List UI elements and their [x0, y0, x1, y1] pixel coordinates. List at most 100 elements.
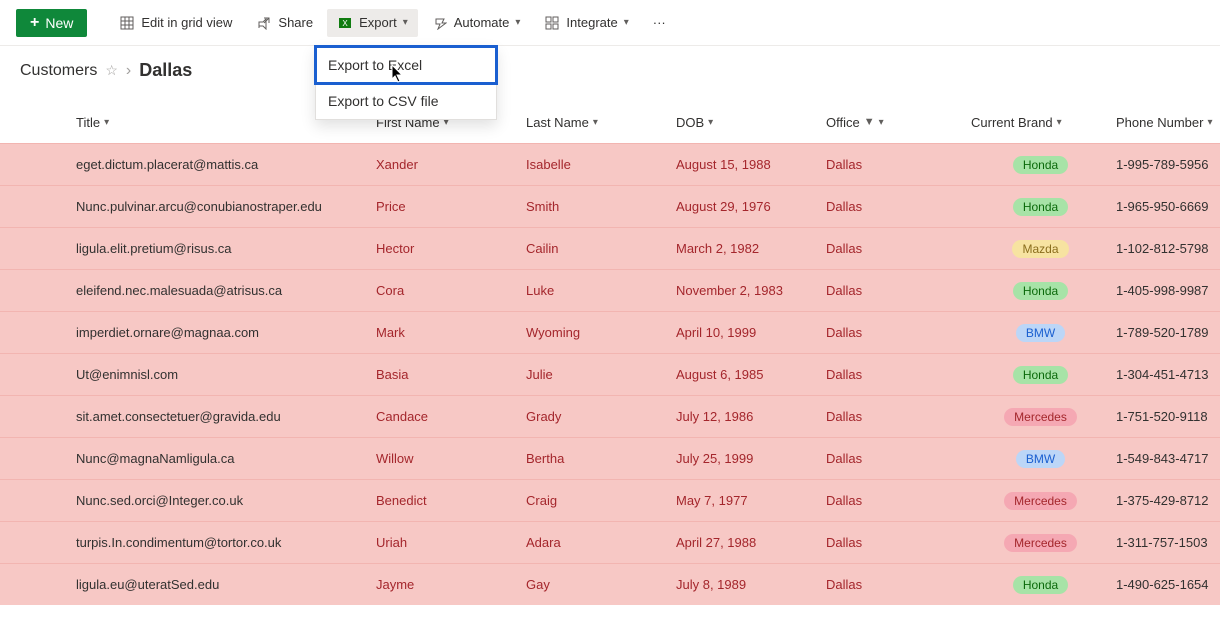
- cell-dob: July 8, 1989: [670, 577, 820, 592]
- chevron-down-icon: ▾: [1207, 117, 1212, 128]
- export-button[interactable]: X Export ▾: [327, 9, 418, 37]
- share-button[interactable]: Share: [246, 9, 323, 37]
- cell-dob: March 2, 1982: [670, 241, 820, 256]
- brand-pill: Mazda: [1012, 240, 1068, 258]
- table-row[interactable]: imperdiet.ornare@magnaa.comMarkWyomingAp…: [0, 311, 1220, 353]
- chevron-down-icon: ▾: [879, 117, 884, 128]
- export-to-csv-item[interactable]: Export to CSV file: [316, 83, 496, 119]
- brand-pill: Honda: [1013, 576, 1068, 594]
- filter-icon: ▼: [864, 116, 875, 128]
- cell-office: Dallas: [820, 199, 965, 214]
- cell-phone: 1-405-998-9987: [1110, 283, 1220, 298]
- brand-pill: Honda: [1013, 198, 1068, 216]
- cell-office: Dallas: [820, 283, 965, 298]
- cell-office: Dallas: [820, 577, 965, 592]
- cell-last: Craig: [520, 493, 670, 508]
- cell-brand: Honda: [965, 576, 1110, 594]
- col-brand[interactable]: Current Brand▾: [965, 115, 1110, 130]
- integrate-icon: [544, 15, 560, 31]
- cell-brand: Mercedes: [965, 534, 1110, 552]
- table-row[interactable]: eget.dictum.placerat@mattis.caXanderIsab…: [0, 143, 1220, 185]
- cell-dob: April 10, 1999: [670, 325, 820, 340]
- cell-first: Uriah: [370, 535, 520, 550]
- edit-label: Edit in grid view: [141, 15, 232, 30]
- table-row[interactable]: eleifend.nec.malesuada@atrisus.caCoraLuk…: [0, 269, 1220, 311]
- cell-last: Isabelle: [520, 157, 670, 172]
- cell-title[interactable]: Nunc@magnaNamligula.ca: [70, 451, 370, 466]
- cell-dob: May 7, 1977: [670, 493, 820, 508]
- brand-pill: Mercedes: [1004, 408, 1077, 426]
- cell-last: Smith: [520, 199, 670, 214]
- automate-button[interactable]: Automate ▾: [422, 9, 531, 37]
- cell-last: Grady: [520, 409, 670, 424]
- cell-first: Mark: [370, 325, 520, 340]
- cell-title[interactable]: ligula.elit.pretium@risus.ca: [70, 241, 370, 256]
- table-row[interactable]: Nunc.sed.orci@Integer.co.ukBenedictCraig…: [0, 479, 1220, 521]
- cell-title[interactable]: eget.dictum.placerat@mattis.ca: [70, 157, 370, 172]
- cell-phone: 1-965-950-6669: [1110, 199, 1220, 214]
- table-row[interactable]: turpis.In.condimentum@tortor.co.ukUriahA…: [0, 521, 1220, 563]
- cell-last: Cailin: [520, 241, 670, 256]
- cell-title[interactable]: Nunc.sed.orci@Integer.co.uk: [70, 493, 370, 508]
- cell-first: Cora: [370, 283, 520, 298]
- cell-title[interactable]: imperdiet.ornare@magnaa.com: [70, 325, 370, 340]
- col-office[interactable]: Office▼▾: [820, 115, 965, 130]
- cell-brand: Honda: [965, 156, 1110, 174]
- table-row[interactable]: ligula.elit.pretium@risus.caHectorCailin…: [0, 227, 1220, 269]
- cell-dob: July 12, 1986: [670, 409, 820, 424]
- col-dob[interactable]: DOB▾: [670, 115, 820, 130]
- cell-office: Dallas: [820, 367, 965, 382]
- cell-office: Dallas: [820, 241, 965, 256]
- chevron-down-icon: ▾: [515, 17, 520, 28]
- export-label: Export: [359, 15, 397, 30]
- table-row[interactable]: ligula.eu@uteratSed.eduJaymeGayJuly 8, 1…: [0, 563, 1220, 605]
- edit-in-grid-button[interactable]: Edit in grid view: [109, 9, 242, 37]
- cell-brand: Mazda: [965, 240, 1110, 258]
- brand-pill: Honda: [1013, 366, 1068, 384]
- table-row[interactable]: sit.amet.consectetuer@gravida.eduCandace…: [0, 395, 1220, 437]
- more-button[interactable]: ···: [643, 9, 676, 36]
- cell-title[interactable]: eleifend.nec.malesuada@atrisus.ca: [70, 283, 370, 298]
- table-row[interactable]: Nunc.pulvinar.arcu@conubianostraper.eduP…: [0, 185, 1220, 227]
- cell-brand: BMW: [965, 450, 1110, 468]
- breadcrumb-root[interactable]: Customers: [20, 62, 97, 80]
- share-icon: [256, 15, 272, 31]
- integrate-label: Integrate: [566, 15, 617, 30]
- breadcrumb-leaf: Dallas: [139, 60, 192, 81]
- cell-first: Basia: [370, 367, 520, 382]
- cell-last: Gay: [520, 577, 670, 592]
- brand-pill: Honda: [1013, 156, 1068, 174]
- chevron-down-icon: ▾: [593, 117, 598, 128]
- cell-dob: August 29, 1976: [670, 199, 820, 214]
- col-last[interactable]: Last Name▾: [520, 115, 670, 130]
- share-label: Share: [278, 15, 313, 30]
- new-button[interactable]: + New: [16, 9, 87, 37]
- excel-icon: X: [337, 15, 353, 31]
- cell-brand: BMW: [965, 324, 1110, 342]
- cell-title[interactable]: Nunc.pulvinar.arcu@conubianostraper.edu: [70, 199, 370, 214]
- more-icon: ···: [653, 15, 666, 30]
- brand-pill: Mercedes: [1004, 492, 1077, 510]
- cell-brand: Mercedes: [965, 408, 1110, 426]
- table-row[interactable]: Ut@enimnisl.comBasiaJulieAugust 6, 1985D…: [0, 353, 1220, 395]
- cell-first: Candace: [370, 409, 520, 424]
- table-row[interactable]: Nunc@magnaNamligula.caWillowBerthaJuly 2…: [0, 437, 1220, 479]
- chevron-down-icon: ▾: [624, 17, 629, 28]
- cell-office: Dallas: [820, 157, 965, 172]
- cell-office: Dallas: [820, 451, 965, 466]
- star-icon[interactable]: ☆: [105, 62, 118, 79]
- export-to-excel-item[interactable]: Export to Excel: [316, 47, 496, 83]
- integrate-button[interactable]: Integrate ▾: [534, 9, 638, 37]
- cell-title[interactable]: turpis.In.condimentum@tortor.co.uk: [70, 535, 370, 550]
- header-row: Title▾ First Name▾ Last Name▾ DOB▾ Offic…: [0, 101, 1220, 143]
- cell-title[interactable]: Ut@enimnisl.com: [70, 367, 370, 382]
- cell-title[interactable]: ligula.eu@uteratSed.edu: [70, 577, 370, 592]
- col-phone[interactable]: Phone Number▾: [1110, 115, 1220, 130]
- new-label: New: [45, 15, 73, 31]
- cell-dob: November 2, 1983: [670, 283, 820, 298]
- cell-title[interactable]: sit.amet.consectetuer@gravida.edu: [70, 409, 370, 424]
- cell-office: Dallas: [820, 493, 965, 508]
- cell-phone: 1-789-520-1789: [1110, 325, 1220, 340]
- cell-first: Xander: [370, 157, 520, 172]
- command-bar: + New Edit in grid view Share X Export ▾…: [0, 0, 1220, 46]
